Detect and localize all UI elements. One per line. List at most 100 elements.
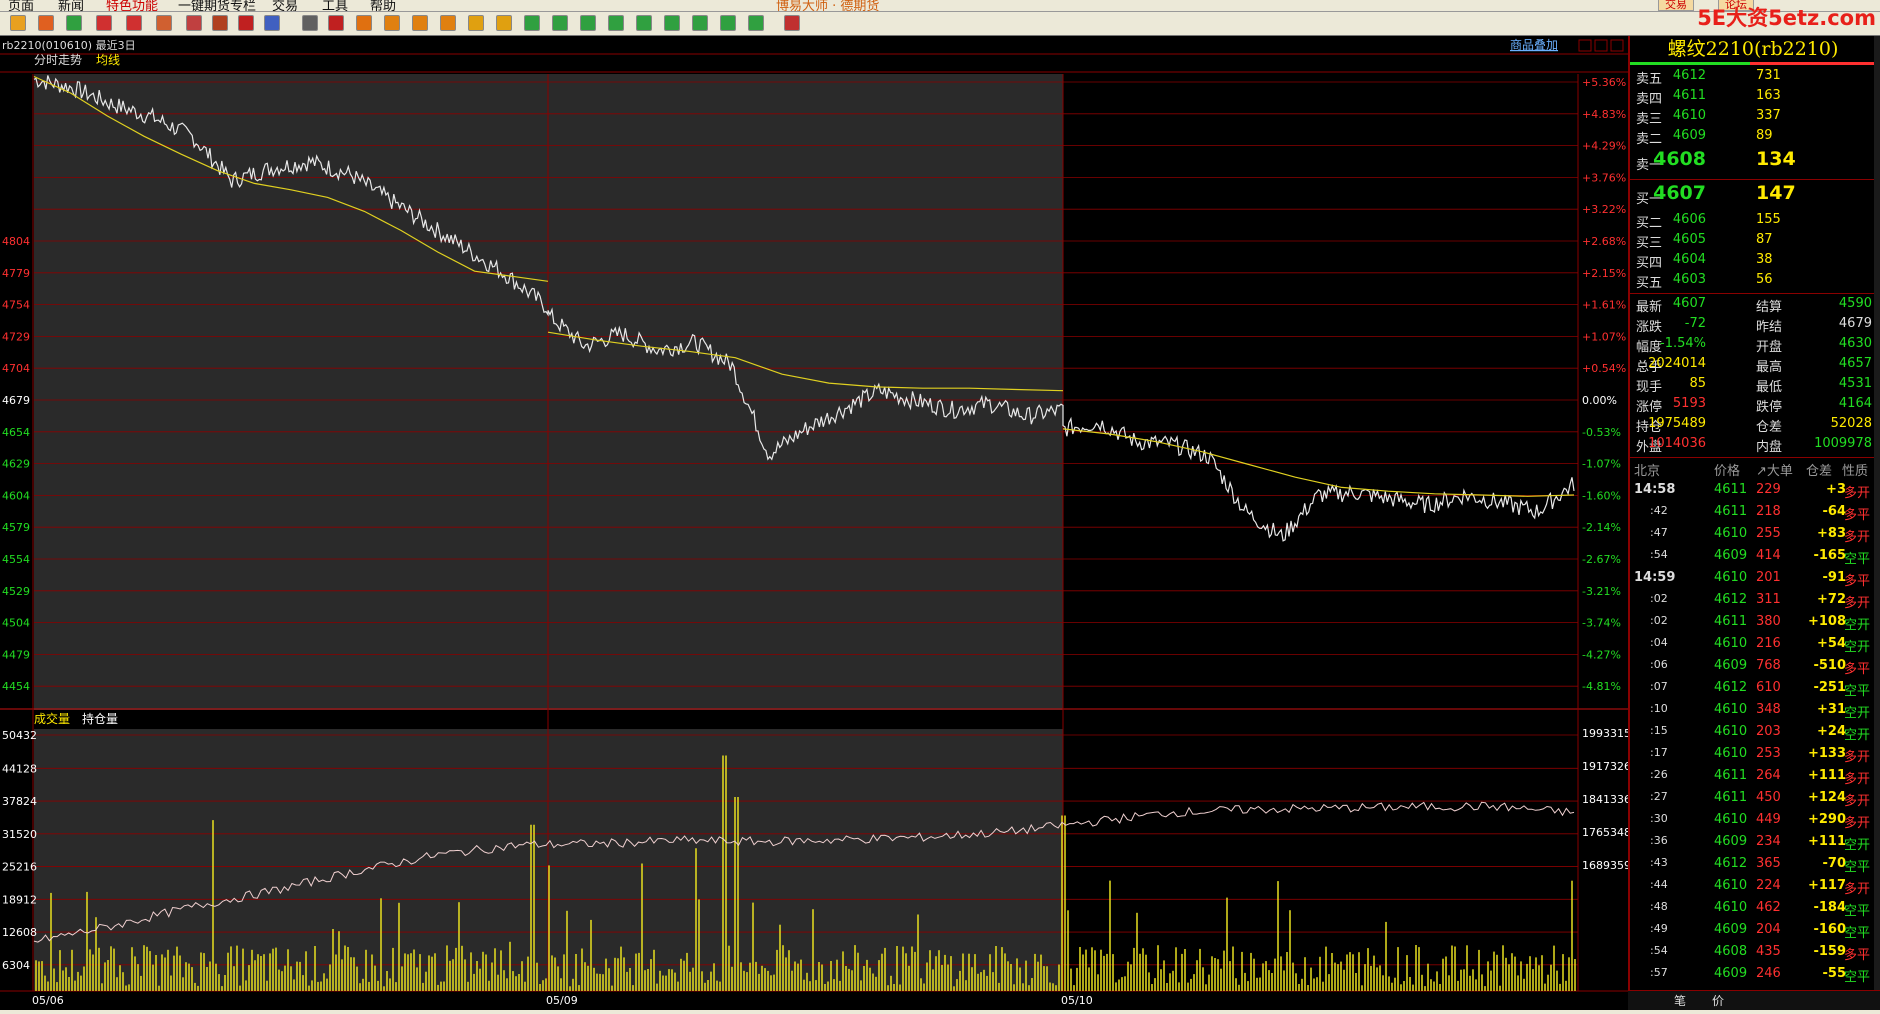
- zoom-in-icon[interactable]: [96, 15, 112, 31]
- bid-price: 4605: [1672, 232, 1706, 247]
- tick-time: :49: [1650, 922, 1668, 935]
- pct-tick-label: -0.53%: [1582, 426, 1621, 439]
- tab-ticks[interactable]: 笔: [1674, 992, 1686, 1009]
- pct-tick-label: -1.07%: [1582, 458, 1621, 471]
- season-icon[interactable]: [468, 15, 484, 31]
- trade-button[interactable]: 交易: [1658, 0, 1694, 11]
- month-icon[interactable]: [440, 15, 456, 31]
- tick-header: 北京 价格 ↗大单 仓差 性质: [1630, 460, 1876, 482]
- pct-tick-label: +4.29%: [1582, 140, 1626, 153]
- year-icon[interactable]: [496, 15, 512, 31]
- window-icon[interactable]: [38, 15, 54, 31]
- ask-level-row: 卖四 4611 163: [1630, 88, 1876, 108]
- min1-icon[interactable]: [524, 15, 540, 31]
- indicator-icon[interactable]: [212, 15, 228, 31]
- menu-tools[interactable]: 工具: [322, 0, 348, 11]
- pct-tick-label: -1.60%: [1582, 489, 1621, 502]
- calculator-icon[interactable]: [784, 15, 800, 31]
- tick-oi-change: +83: [1817, 526, 1846, 541]
- quote-table-icon[interactable]: [302, 15, 318, 31]
- menu-features[interactable]: 特色功能: [106, 0, 158, 11]
- tick-price: 4609: [1714, 548, 1748, 563]
- pct-tick-label: +2.68%: [1582, 235, 1626, 248]
- stat-row: 外盘 1014036 内盘 1009978: [1630, 436, 1876, 456]
- tick-time: :36: [1650, 834, 1668, 847]
- tick-oi-change: +31: [1817, 702, 1846, 717]
- zoom-out-icon[interactable]: [126, 15, 142, 31]
- trend-label: 分时走势: [34, 53, 82, 67]
- tick-oi-change: -159: [1813, 944, 1846, 959]
- volume-tick-label: 44128: [2, 762, 37, 775]
- custom-period-icon[interactable]: [748, 15, 764, 31]
- tick-icon[interactable]: [356, 15, 372, 31]
- refresh-icon[interactable]: [66, 15, 82, 31]
- avg-label: 均线: [96, 53, 120, 67]
- tick-nature: 多开: [1844, 882, 1871, 897]
- min3-icon[interactable]: [552, 15, 568, 31]
- ask-price: 4612: [1672, 68, 1706, 83]
- tick-time: :42: [1650, 504, 1668, 517]
- bid-volume: 56: [1756, 272, 1773, 287]
- day-icon[interactable]: [384, 15, 400, 31]
- tick-volume: 380: [1756, 614, 1781, 629]
- tick-row: :54 4609 414 -165 空平: [1630, 548, 1876, 570]
- stat-value: 52028: [1830, 416, 1872, 431]
- min5-icon[interactable]: [580, 15, 596, 31]
- stat-value: 85: [1689, 376, 1706, 391]
- volume-tick-label: 12608: [2, 926, 37, 939]
- stat-label: 最高: [1756, 360, 1783, 375]
- tick-time: :54: [1650, 944, 1668, 957]
- tick-price: 4610: [1714, 526, 1748, 541]
- chart-area[interactable]: +5.36% +4.83% +4.29% +3.76% +3.22% +2.68% +2.1…: [0, 36, 1631, 1010]
- tick-volume: 255: [1756, 526, 1781, 541]
- tab-price[interactable]: 价: [1712, 992, 1724, 1009]
- menu-trade[interactable]: 交易: [272, 0, 298, 11]
- ask-level-row: 卖五 4612 731: [1630, 68, 1876, 88]
- bid-volume: 147: [1756, 182, 1796, 204]
- tick-oi-change: -70: [1822, 856, 1847, 871]
- tick-nature: 多开: [1844, 816, 1871, 831]
- intraday-chart-svg[interactable]: +5.36% +4.83% +4.29% +3.76% +3.22% +2.68% +2.1…: [0, 36, 1631, 1010]
- menu-news[interactable]: 新闻: [58, 0, 84, 11]
- ask-volume: 134: [1756, 148, 1796, 170]
- bid-price: 4604: [1672, 252, 1706, 267]
- volume-tick-label: 18912: [2, 893, 37, 906]
- layout-icon[interactable]: [156, 15, 172, 31]
- bid-price: 4606: [1672, 212, 1706, 227]
- stat-label: 现手: [1636, 380, 1663, 395]
- bid-volume: 155: [1756, 212, 1781, 227]
- timeshare-icon[interactable]: [328, 15, 344, 31]
- hour4-icon[interactable]: [720, 15, 736, 31]
- oi-tick-label: 1765348: [1582, 826, 1628, 839]
- draw-icon[interactable]: [186, 15, 202, 31]
- pct-tick-label: +1.07%: [1582, 330, 1626, 343]
- avg-line: [1062, 428, 1575, 497]
- stat-row: 持仓 1975489 仓差 52028: [1630, 416, 1876, 436]
- tick-price: 4611: [1714, 768, 1748, 783]
- tick-oi-change: +111: [1807, 768, 1846, 783]
- min30-icon[interactable]: [636, 15, 652, 31]
- menu-futures-column[interactable]: 一键期货专栏: [178, 0, 256, 11]
- min60-icon[interactable]: [664, 15, 680, 31]
- app-brand-title: 博易大师 · 德期货: [776, 0, 880, 12]
- tick-time: :26: [1650, 768, 1668, 781]
- buy-strength-bar: [1630, 62, 1750, 65]
- volume-tick-label: 50432: [2, 729, 37, 742]
- tick-nature: 空开: [1844, 838, 1871, 853]
- panel-scrollbar[interactable]: [1874, 36, 1880, 1010]
- menu-page[interactable]: 页面: [8, 0, 34, 11]
- new-icon[interactable]: [264, 15, 280, 31]
- menu-help[interactable]: 帮助: [370, 0, 396, 11]
- tick-price: 4612: [1714, 680, 1748, 695]
- min15-icon[interactable]: [608, 15, 624, 31]
- open-icon[interactable]: [10, 15, 26, 31]
- app-window: 页面 新闻 特色功能 一键期货专栏 交易 工具 帮助 博易大师 · 德期货 交易…: [0, 0, 1880, 1014]
- hour2-icon[interactable]: [692, 15, 708, 31]
- week-icon[interactable]: [412, 15, 428, 31]
- filter-icon[interactable]: [238, 15, 254, 31]
- price-tick-label: 4679: [2, 394, 30, 407]
- tick-volume: 462: [1756, 900, 1781, 915]
- tick-nature: 空平: [1844, 904, 1871, 919]
- stat-label: 跌停: [1756, 400, 1783, 415]
- tick-row: :36 4609 234 +111 空开: [1630, 834, 1876, 856]
